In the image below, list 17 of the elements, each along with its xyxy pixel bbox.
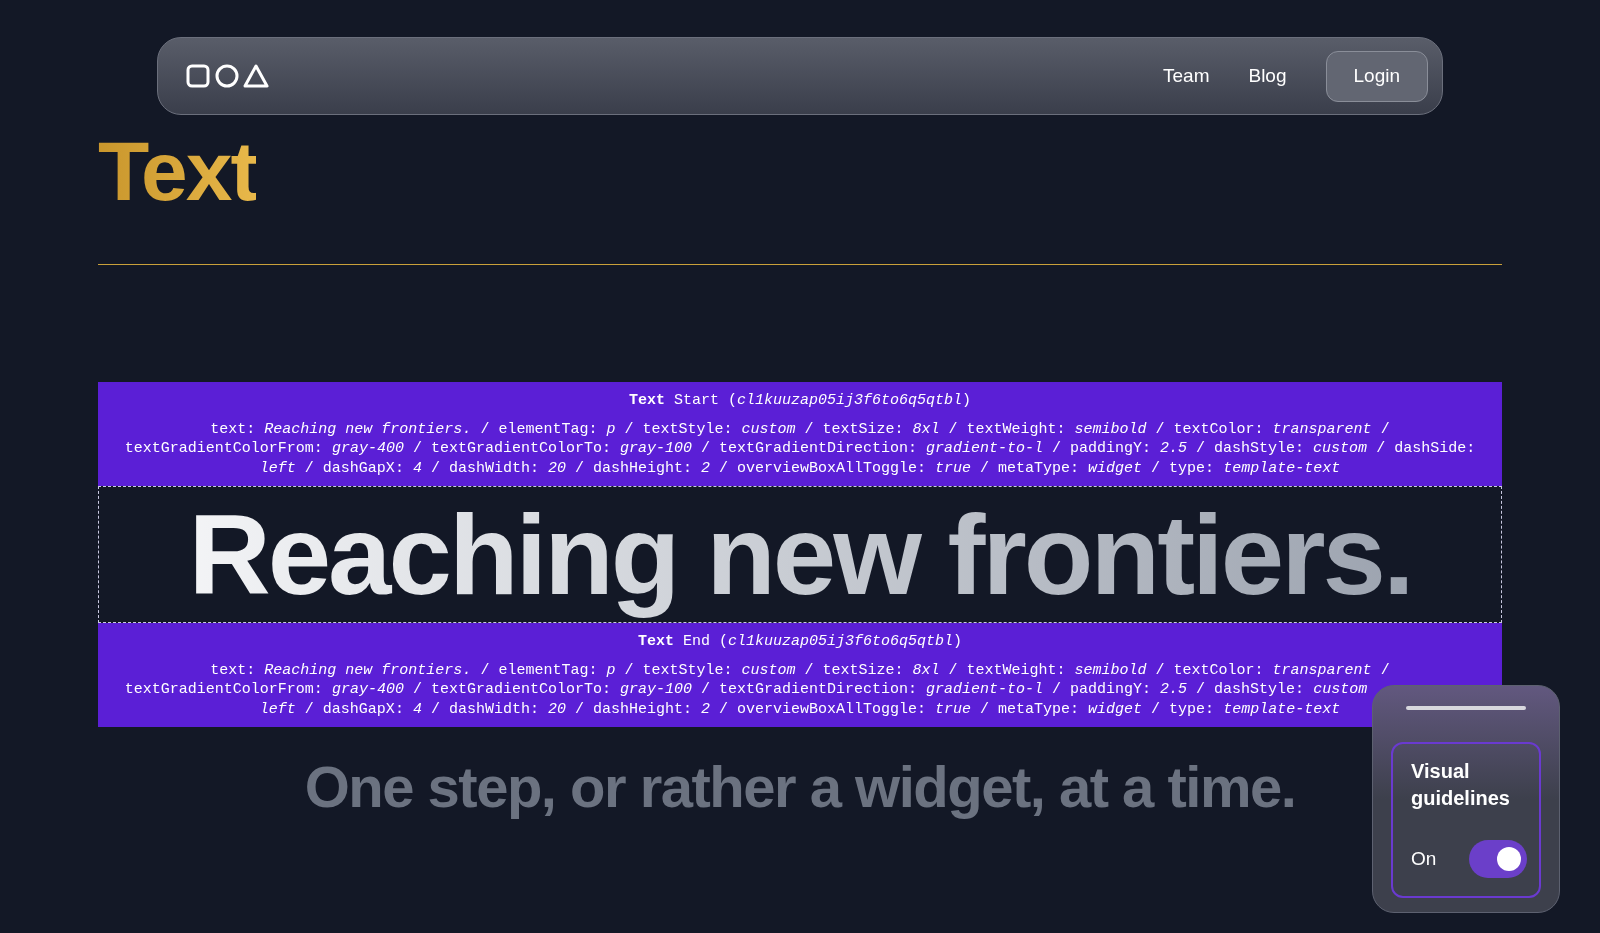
toggle-label: On bbox=[1411, 848, 1437, 870]
widget-properties-text: text: Reaching new frontiers. / elementTag: p / textStyle: custom / textSize: 8xl / textWeight: semibold / textColor: transparent / bbox=[210, 419, 1390, 440]
nav-link[interactable]: Blog bbox=[1248, 65, 1287, 87]
widget-properties-text: textGradientColorFrom: gray-400 / textGradientColorTo: gray-100 / textGradientDirection: gradient-to-l / paddingY: 2.5 / dashStyle: custom bbox=[124, 680, 1368, 700]
login-button[interactable]: Login bbox=[1325, 50, 1428, 102]
subtitle: One step, or rather a widget, at a time. bbox=[304, 753, 1296, 821]
widget-properties-text: textGradientColorFrom: gray-400 / textGradientColorTo: gray-100 / textGradientDirection: gradient-to-l / paddingY: 2.5 / dashStyle: custom / dashSide: bbox=[124, 439, 1476, 459]
banner-heading: Text End (cl1kuuzap05ij3f6to6q5qtbl) bbox=[637, 632, 963, 652]
nav-link[interactable]: Team bbox=[1163, 65, 1210, 87]
panel-title: Visual guidelines bbox=[1411, 759, 1511, 811]
widget-properties-text: text: Reaching new frontiers. / elementTag: p / textStyle: custom / textSize: 8xl / textWeight: semibold / textColor: transparent / bbox=[210, 660, 1390, 681]
toggle-switch[interactable] bbox=[1469, 840, 1527, 878]
widget-properties-text: left / dashGapX: 4 / dashWidth: 20 / dashHeight: 2 / overviewBoxAllToggle: true / metaType: widget / type: template-text bbox=[259, 699, 1341, 720]
widget-properties-text: left / dashGapX: 4 / dashWidth: 20 / dashHeight: 2 / overviewBoxAllToggle: true / metaType: widget / type: template-text bbox=[259, 458, 1341, 479]
banner-heading: Text Start (cl1kuuzap05ij3f6to6q5qtbl) bbox=[628, 391, 972, 411]
shapes-logo-icon[interactable] bbox=[186, 63, 270, 89]
drag-handle[interactable] bbox=[1406, 706, 1526, 710]
